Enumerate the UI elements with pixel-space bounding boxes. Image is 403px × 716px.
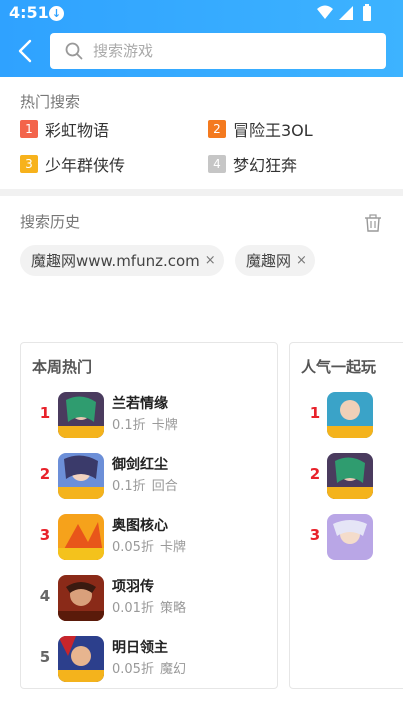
hot-rank-badge: 1 [20,120,38,138]
status-time: 4:51 [9,3,49,22]
game-meta: 0.05折 卡牌 [112,536,186,555]
history-chip-label: 魔趣网 [246,252,292,270]
hot-rank-badge: 2 [208,120,226,138]
hot-search-item[interactable]: 4 梦幻狂奔 [208,153,297,175]
game-icon-lanruo [58,392,104,438]
rank-number: 2 [39,465,51,483]
game-row[interactable]: 3 奥图核心 0.05折 卡牌 [21,514,277,566]
game-discount: 0.1折 [112,479,146,494]
rank-number: 1 [309,404,321,422]
status-bar: 4:51 ↓ [0,0,403,26]
popular-together-card: 人气一起玩 1 2 3 [289,342,403,689]
game-row[interactable]: 1 兰若情缘 0.1折 卡牌 [21,392,277,444]
wifi-icon [317,5,333,19]
game-name: 奥图核心 [112,518,168,534]
rank-number: 5 [39,648,51,666]
rank-number: 4 [39,587,51,605]
system-status-icons [317,4,371,21]
signal-icon [339,6,353,20]
hot-search-item[interactable]: 1 彩虹物语 [20,118,109,140]
game-icon-xiangyu [58,575,104,621]
rank-number: 3 [39,526,51,544]
search-icon [65,42,83,60]
game-genre: 魔幻 [159,662,186,677]
hot-rank-badge: 3 [20,155,38,173]
game-genre: 卡牌 [159,540,186,555]
history-chip-label: 魔趣网www.mfunz.com [31,252,200,270]
game-meta: 0.1折 卡牌 [112,414,178,433]
popular-together-title: 人气一起玩 [301,358,377,376]
game-name: 明日领主 [112,640,168,656]
game-row[interactable]: 1 [290,392,403,444]
game-name: 兰若情缘 [112,396,168,412]
game-genre: 回合 [151,479,178,494]
game-name: 御剑红尘 [112,457,168,473]
game-row[interactable]: 3 [290,514,403,566]
game-meta: 0.1折 回合 [112,475,178,494]
history-title: 搜索历史 [20,213,81,231]
weekly-hot-title: 本周热门 [32,358,93,376]
game-icon-aotu [58,514,104,560]
hot-search-item[interactable]: 2 冒险王3OL [208,118,313,140]
game-genre: 卡牌 [151,418,178,433]
hot-search-label: 梦幻狂奔 [233,156,298,175]
game-icon-mingri [58,636,104,682]
game-row[interactable]: 2 御剑红尘 0.1折 回合 [21,453,277,505]
hot-search-label: 少年群侠传 [45,156,126,175]
rank-number: 3 [309,526,321,544]
hot-search-label: 彩虹物语 [45,121,110,140]
game-meta: 0.05折 魔幻 [112,658,186,677]
hot-search-item[interactable]: 3 少年群侠传 [20,153,125,175]
trash-icon[interactable] [363,213,383,233]
game-row[interactable]: 5 明日领主 0.05折 魔幻 [21,636,277,688]
rank-number: 1 [39,404,51,422]
remove-chip-icon[interactable]: × [205,253,216,268]
game-name: 项羽传 [112,579,154,595]
hot-search-title: 热门搜索 [20,93,81,111]
game-meta: 0.01折 策略 [112,597,186,616]
game-discount: 0.01折 [112,601,154,616]
top-bar: 4:51 ↓ 搜索游戏 [0,0,403,77]
section-divider [0,189,403,196]
game-icon [327,453,373,499]
remove-chip-icon[interactable]: × [296,253,307,268]
game-discount: 0.1折 [112,418,146,433]
game-icon-yujian [58,453,104,499]
game-icon [327,392,373,438]
hot-rank-badge: 4 [208,155,226,173]
back-arrow-icon[interactable] [14,38,38,64]
game-row[interactable]: 2 [290,453,403,505]
weekly-hot-card: 本周热门 1 兰若情缘 0.1折 卡牌 2 御剑红尘 0.1折 回合 3 奥图核… [20,342,278,689]
history-chip[interactable]: 魔趣网 × [235,245,315,276]
hot-search-label: 冒险王3OL [233,121,313,140]
game-icon [327,514,373,560]
game-row[interactable]: 4 项羽传 0.01折 策略 [21,575,277,627]
battery-icon [363,6,371,21]
history-chip[interactable]: 魔趣网www.mfunz.com × [20,245,224,276]
game-discount: 0.05折 [112,540,154,555]
rank-number: 2 [309,465,321,483]
game-discount: 0.05折 [112,662,154,677]
search-input[interactable]: 搜索游戏 [50,33,386,69]
download-arrow-icon: ↓ [49,6,64,21]
game-genre: 策略 [159,601,186,616]
search-placeholder: 搜索游戏 [93,42,154,60]
